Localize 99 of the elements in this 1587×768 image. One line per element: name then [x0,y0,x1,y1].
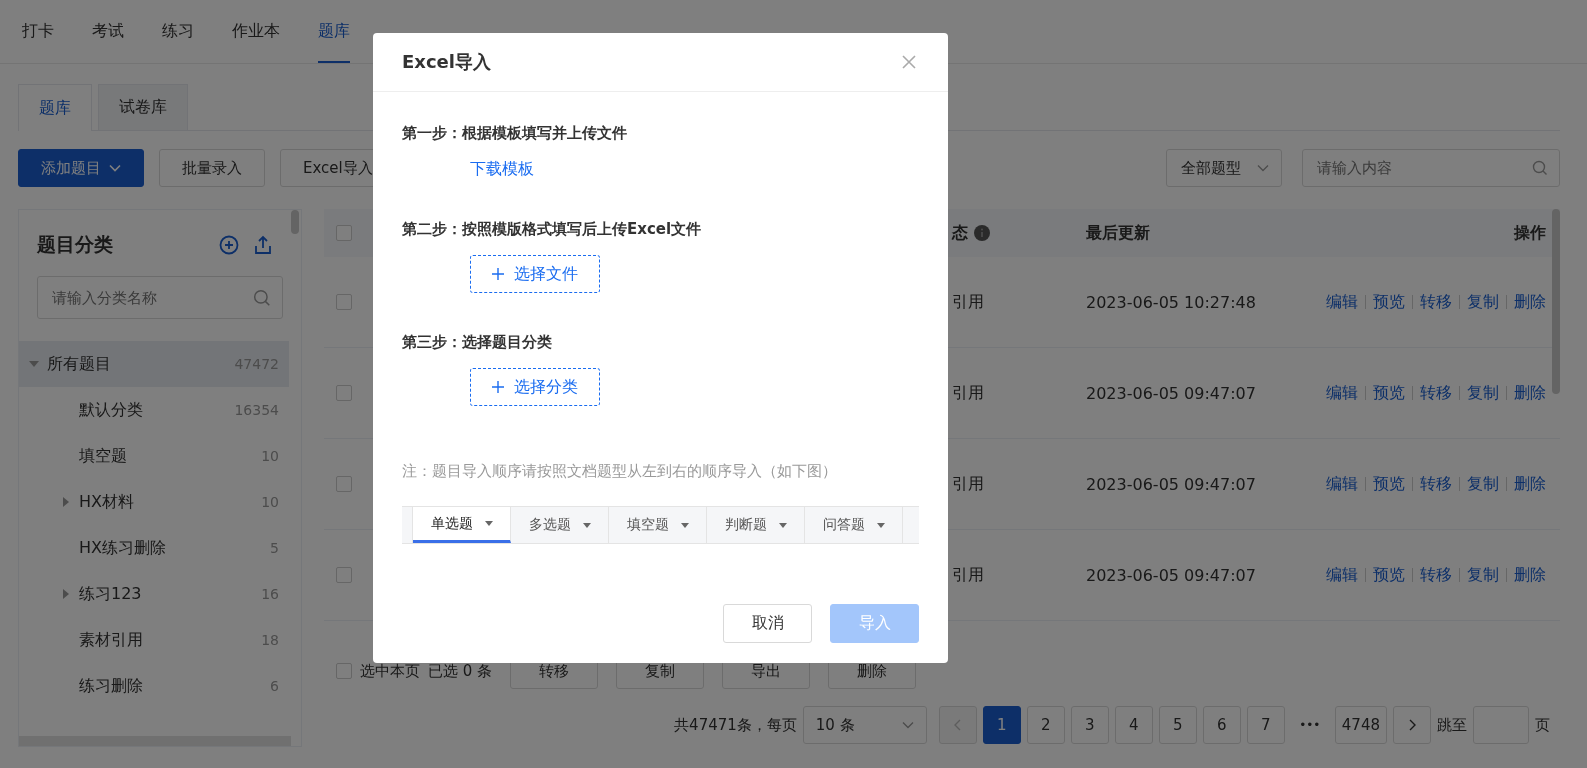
table-cell-text: 2023-06-05 09:47:07 [1086,565,1257,585]
nav-tab[interactable]: 打卡 [22,0,54,63]
table-cell-text: 2023-06-05 10:27:48 [1086,292,1257,312]
search-field[interactable]: 请输入内容 [1302,149,1560,187]
library-tab[interactable]: 试卷库 [98,84,188,130]
page-button[interactable]: 2 [1026,706,1065,744]
caret-icon [778,522,787,528]
next-page-button[interactable] [1393,706,1431,744]
checkbox[interactable] [336,663,352,679]
checkbox[interactable] [336,567,352,583]
table-cell-text: 引用 [952,473,985,495]
action-link[interactable]: 删除 [1514,473,1546,495]
dialog-title: Excel导入 [402,50,491,74]
chevron-left-icon [953,719,962,731]
info-icon [974,225,990,241]
type-select[interactable]: 全部题型 [1166,149,1282,187]
caret-icon [484,521,493,526]
nav-tab[interactable]: 考试 [92,0,124,63]
table-cell-text: 2023-06-05 09:47:07 [1086,383,1257,403]
page-button[interactable]: 7 [1246,706,1285,744]
action-link[interactable]: 复制 [1467,473,1499,495]
plus-icon [492,381,504,393]
page-ellipsis[interactable]: ••• [1290,718,1329,732]
column-header: 最后更新 [1086,222,1151,244]
add-circle-icon[interactable] [219,235,239,255]
nav-tab[interactable]: 练习 [162,0,194,63]
select-button[interactable]: 选择分类 [470,368,600,406]
search-icon [1532,160,1548,176]
page-button[interactable]: 4748 [1334,706,1387,744]
caret-icon [876,522,885,528]
action-link[interactable]: 预览 [1373,291,1405,313]
page-button[interactable]: 6 [1202,706,1241,744]
action-link[interactable]: 转移 [1420,473,1452,495]
scrollbar-thumb[interactable] [1552,209,1560,394]
action-link[interactable]: 预览 [1373,382,1405,404]
note-text: 注：题目导入顺序请按照文档题型从左到右的顺序导入（如下图） [402,462,838,481]
expand-arrow-icon [61,589,71,599]
download-link[interactable]: 下载模板 [470,159,534,180]
table-cell-text: 2023-06-05 09:47:07 [1086,474,1257,494]
caret-icon [109,164,121,172]
page-button[interactable]: 1 [982,706,1021,744]
toolbar-button[interactable]: 添加题目 [18,149,144,187]
action-link[interactable]: 复制 [1467,291,1499,313]
nav-tab[interactable]: 题库 [318,0,350,63]
action-link[interactable]: 复制 [1467,382,1499,404]
library-tab[interactable]: 题库 [18,84,92,131]
checkbox[interactable] [336,476,352,492]
checkbox-label: 选中本页 [360,661,420,681]
action-link[interactable]: 编辑 [1326,291,1358,313]
action-link[interactable]: 删除 [1514,564,1546,586]
action-link[interactable]: 删除 [1514,382,1546,404]
page-button[interactable]: 5 [1158,706,1197,744]
page-button[interactable]: 3 [1070,706,1109,744]
step-title: 第三步：选择题目分类 [402,333,553,352]
panel-title: 题目分类 [37,232,113,257]
chevron-down-icon [901,721,914,729]
checkbox[interactable] [336,385,352,401]
nav-tab[interactable]: 作业本 [232,0,280,63]
column-header: 态 [952,222,968,244]
action-link[interactable]: 转移 [1420,382,1452,404]
column-header: 操作 [1512,222,1547,244]
cancel-button[interactable]: 取消 [723,604,812,643]
step-title: 第二步：按照模版格式填写后上传Excel文件 [402,220,703,239]
table-cell-text: 引用 [952,291,985,313]
action-link[interactable]: 转移 [1420,564,1452,586]
checkbox[interactable] [336,294,352,310]
chevron-right-icon [1408,719,1416,731]
caret-icon [680,522,689,528]
select-button[interactable]: 选择文件 [470,255,600,293]
selected-count: 已选 0 条 [428,661,493,681]
action-link[interactable]: 复制 [1467,564,1499,586]
upload-icon[interactable] [253,235,273,255]
caret-icon [582,522,591,528]
action-link[interactable]: 预览 [1373,564,1405,586]
expand-arrow-icon [61,497,71,507]
action-link[interactable]: 编辑 [1326,564,1358,586]
page-size-select[interactable]: 10 条 [802,706,927,744]
close-icon[interactable] [902,55,916,69]
search-icon [253,288,271,307]
page-button[interactable]: 4 [1114,706,1153,744]
action-link[interactable]: 删除 [1514,291,1546,313]
toolbar-button[interactable]: 批量录入 [159,149,265,187]
action-link[interactable]: 编辑 [1326,382,1358,404]
jump-label: 跳至 [1437,715,1467,735]
plus-icon [492,268,504,280]
expand-arrow-icon [29,359,39,369]
action-link[interactable]: 预览 [1373,473,1405,495]
action-link[interactable]: 编辑 [1326,473,1358,495]
table-cell-text: 引用 [952,382,985,404]
page-suffix: 页 [1535,715,1550,735]
chevron-down-icon [1257,164,1269,172]
category-search-field[interactable]: 请输入分类名称 [37,276,283,319]
total-count: 共47471条，每页 [674,715,797,735]
previous-page-button[interactable] [938,706,977,744]
checkbox[interactable] [336,225,352,241]
scrollbar-thumb[interactable] [291,210,299,234]
action-link[interactable]: 转移 [1420,291,1452,313]
step-title: 第一步：根据模板填写并上传文件 [402,124,628,143]
table-cell-text: 引用 [952,564,985,586]
